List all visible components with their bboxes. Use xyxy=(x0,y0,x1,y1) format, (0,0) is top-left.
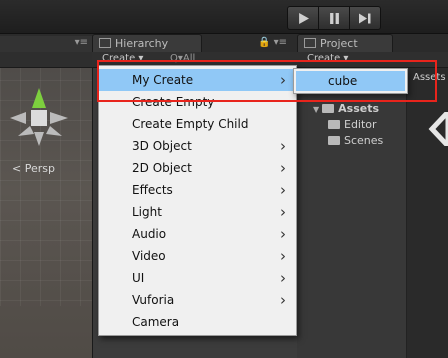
lock-icon[interactable]: 🔒 ▾≡ xyxy=(258,37,287,48)
menu-item-2d-object[interactable]: 2D Object › xyxy=(99,157,296,179)
step-icon xyxy=(359,13,371,23)
chevron-right-icon: › xyxy=(280,269,286,287)
persp-label[interactable]: < Persp xyxy=(12,162,55,175)
menu-item-label: 2D Object xyxy=(132,161,192,175)
chevron-right-icon: › xyxy=(280,291,286,309)
menu-item-ui[interactable]: UI › xyxy=(99,267,296,289)
play-button[interactable] xyxy=(287,6,319,30)
menu-item-label: Vuforia xyxy=(132,293,175,307)
chevron-right-icon: › xyxy=(280,203,286,221)
menu-item-create-empty-child[interactable]: Create Empty Child xyxy=(99,113,296,135)
menu-item-label: Video xyxy=(132,249,166,263)
create-context-menu: My Create › Create Empty Create Empty Child… xyxy=(98,65,297,336)
menu-item-label: Light xyxy=(132,205,162,219)
menu-item-video[interactable]: Video › xyxy=(99,245,296,267)
menu-item-light[interactable]: Light › xyxy=(99,201,296,223)
scene-tab-area: ▾≡ xyxy=(0,36,92,52)
menu-item-label: Effects xyxy=(132,183,173,197)
chevron-right-icon: › xyxy=(280,159,286,177)
folder-icon xyxy=(322,104,335,113)
tab-hierarchy[interactable]: Hierarchy xyxy=(92,34,202,52)
menu-item-label: Audio xyxy=(132,227,167,241)
menu-item-camera[interactable]: Camera xyxy=(99,311,296,333)
folder-icon xyxy=(328,120,340,129)
tab-menu-icon[interactable]: ▾≡ xyxy=(75,37,88,48)
folder-icon xyxy=(328,136,340,145)
tree-item-editor[interactable]: Editor xyxy=(328,117,377,133)
menu-item-vuforia[interactable]: Vuforia › xyxy=(99,289,296,311)
menu-item-3d-object[interactable]: 3D Object › xyxy=(99,135,296,157)
main-toolbar xyxy=(0,0,448,34)
project-asset-view: Assets xyxy=(407,68,448,358)
hierarchy-icon xyxy=(99,38,111,48)
scene-toolbar xyxy=(0,52,92,68)
highlight-annotation xyxy=(97,60,437,102)
project-folder-tree: ▼ Assets Editor Scenes xyxy=(297,68,407,358)
chevron-right-icon: › xyxy=(280,137,286,155)
project-folder-icon xyxy=(304,38,316,48)
menu-item-label: 3D Object xyxy=(132,139,192,153)
menu-item-effects[interactable]: Effects › xyxy=(99,179,296,201)
play-icon xyxy=(298,12,309,24)
chevron-right-icon: › xyxy=(280,181,286,199)
menu-item-label: Camera xyxy=(132,315,180,329)
chevron-right-icon: › xyxy=(280,247,286,265)
menu-item-label: UI xyxy=(132,271,145,285)
playback-controls xyxy=(287,6,381,30)
tree-item-scenes[interactable]: Scenes xyxy=(328,133,383,149)
step-button[interactable] xyxy=(349,6,381,30)
tree-item-assets[interactable]: ▼ Assets xyxy=(313,101,379,117)
chevron-right-icon: › xyxy=(280,225,286,243)
menu-item-audio[interactable]: Audio › xyxy=(99,223,296,245)
unity-logo-icon xyxy=(428,112,448,146)
scene-gizmo-icon[interactable] xyxy=(4,86,74,156)
menu-item-label: Create Empty Child xyxy=(132,117,249,131)
pause-button[interactable] xyxy=(318,6,350,30)
expand-arrow-icon[interactable]: ▼ xyxy=(313,105,319,114)
pause-icon xyxy=(329,12,339,24)
tab-project[interactable]: Project xyxy=(297,34,393,52)
